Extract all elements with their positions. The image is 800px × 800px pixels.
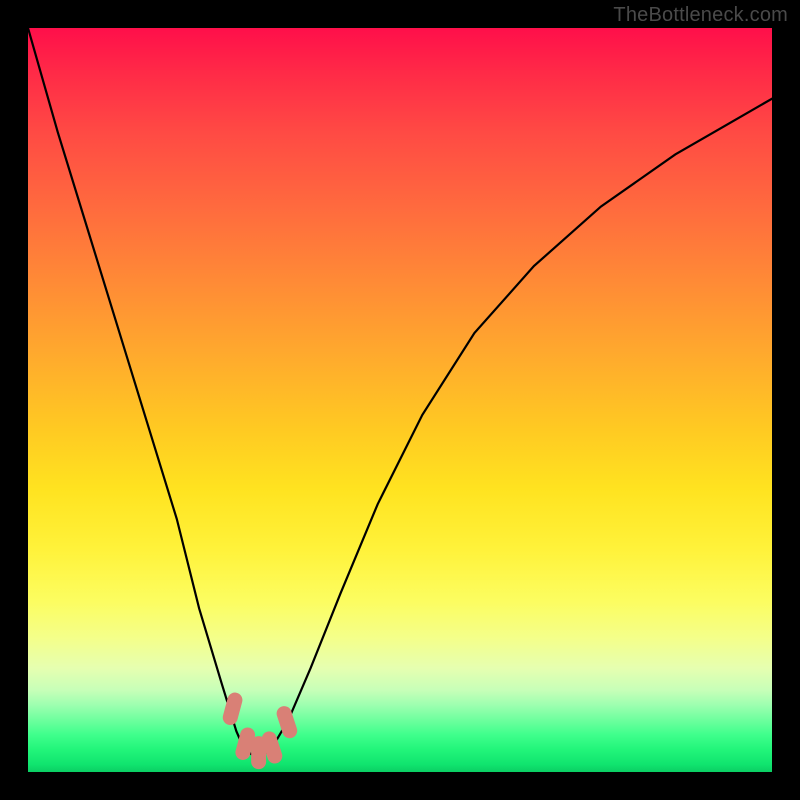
marker-left-knee (230, 700, 235, 717)
marker-bottom-a (243, 735, 248, 752)
plot-area (28, 28, 772, 772)
watermark-text: TheBottleneck.com (613, 4, 788, 27)
marker-bottom-c (269, 739, 275, 756)
curve-markers (28, 28, 772, 772)
marker-right-knee (284, 714, 290, 731)
chart-frame: TheBottleneck.com (0, 0, 800, 800)
